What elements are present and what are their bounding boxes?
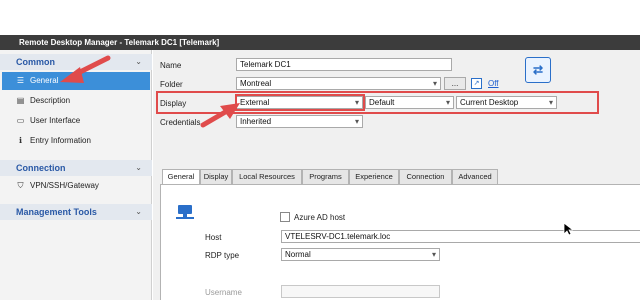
open-folder-icon[interactable]: ↗ [471,78,482,89]
sidebar-item-user-interface[interactable]: ▭ User Interface [2,112,150,130]
chevron-down-icon: ⌄ [135,207,142,216]
tab-general[interactable]: General [162,169,200,185]
tab-advanced[interactable]: Advanced [452,169,498,184]
rdp-type-label: RDP type [205,251,240,260]
general-tab-panel: Azure AD host Host VTELESRV-DC1.telemark… [160,184,640,300]
browse-folder-button[interactable]: ... [444,77,466,90]
main-panel: Name Telemark DC1 Folder Montreal ... ↗ … [153,50,640,300]
folder-select[interactable]: Montreal [236,77,441,90]
display-highlight-box [156,91,599,114]
name-input[interactable]: Telemark DC1 [236,58,452,71]
tab-programs[interactable]: Programs [302,169,349,184]
sidebar-item-label: User Interface [30,116,81,125]
window-title: Remote Desktop Manager - Telemark DC1 [T… [0,35,640,50]
group-connection-label: Connection [16,163,66,173]
tab-connection[interactable]: Connection [399,169,452,184]
group-common[interactable]: Common ⌄ [0,54,152,70]
sidebar: Common ⌄ ☰ General ▤ Description ▭ User … [0,50,152,300]
list-icon: ☰ [16,76,25,85]
chevron-down-icon: ⌄ [135,57,142,66]
group-management-tools-label: Management Tools [16,207,97,217]
group-management-tools[interactable]: Management Tools ⌄ [0,204,152,220]
group-common-label: Common [16,57,55,67]
azure-ad-host-label: Azure AD host [294,213,346,222]
username-input[interactable] [281,285,440,298]
off-link[interactable]: Off [488,79,499,88]
remote-desktop-icon: ⇄ [525,57,551,83]
document-icon: ▤ [16,96,25,105]
sidebar-item-label: Entry Information [30,136,91,145]
sidebar-item-vpn[interactable]: ⛉ VPN/SSH/Gateway [2,177,150,195]
sidebar-item-label: General [30,76,59,85]
monitor-icon: ▭ [16,116,25,125]
info-icon: ℹ [18,136,23,145]
tab-display[interactable]: Display [200,169,232,184]
network-computer-icon [176,205,194,219]
tab-local-resources[interactable]: Local Resources [232,169,302,184]
name-label: Name [160,61,182,70]
chevron-down-icon: ⌄ [135,163,142,172]
azure-ad-host-checkbox[interactable] [280,212,290,222]
external-highlight-box [235,94,365,111]
group-connection[interactable]: Connection ⌄ [0,160,152,176]
mouse-cursor-icon [563,222,573,236]
sidebar-item-description[interactable]: ▤ Description [2,92,150,110]
folder-label: Folder [160,80,183,89]
host-input[interactable]: VTELESRV-DC1.telemark.loc [281,230,640,243]
credentials-select[interactable]: Inherited [236,115,363,128]
username-label: Username [205,288,242,297]
credentials-label: Credentials [160,118,201,127]
sidebar-item-general[interactable]: ☰ General [2,72,150,90]
host-label: Host [205,233,222,242]
sidebar-item-label: Description [30,96,71,105]
sidebar-item-entry-information[interactable]: ℹ Entry Information [2,132,150,150]
tab-experience[interactable]: Experience [349,169,399,184]
shield-icon: ⛉ [17,181,24,190]
sidebar-item-label: VPN/SSH/Gateway [30,181,99,190]
rdp-type-select[interactable]: Normal [281,248,440,261]
